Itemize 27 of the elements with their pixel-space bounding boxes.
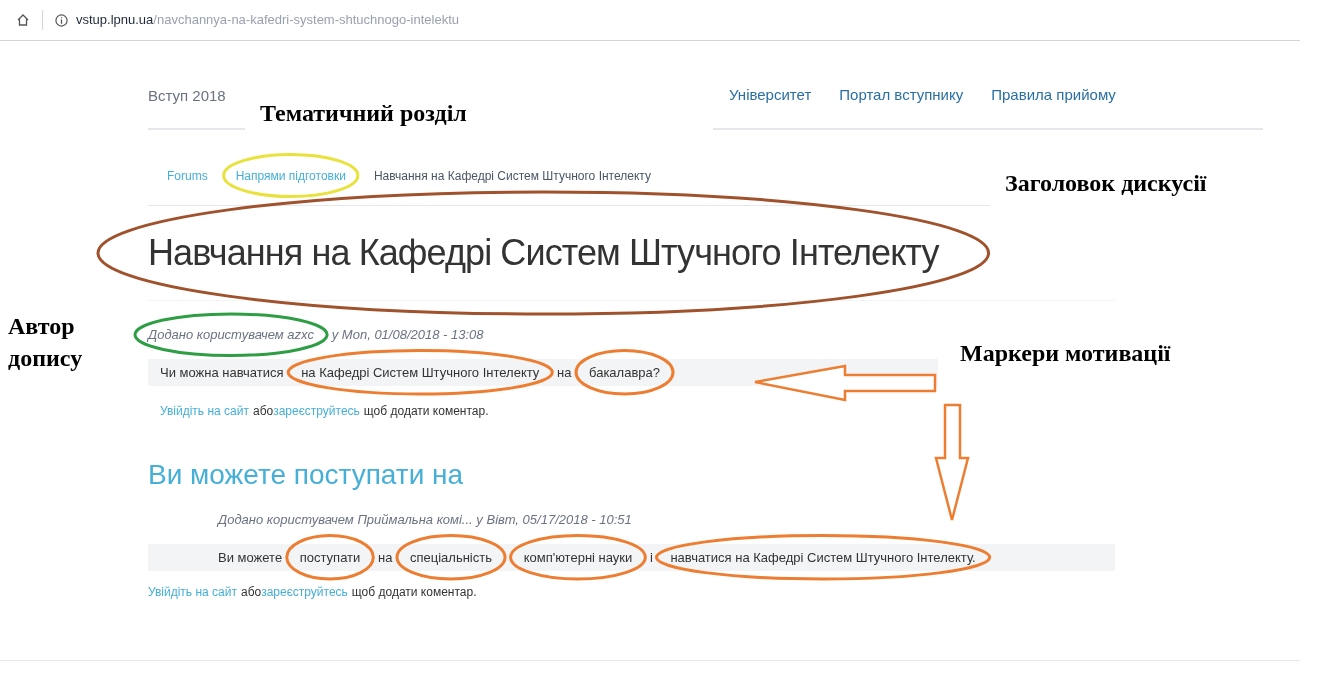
breadcrumb-current: Навчання на Кафедрі Систем Штучного Інтелекту [373, 167, 651, 185]
or-text: або [240, 584, 262, 601]
breadcrumb-link[interactable]: Forums [167, 166, 208, 185]
nav-link[interactable]: Портал вступнику [839, 84, 964, 128]
annotation-label: Автор допису [8, 312, 84, 373]
login-link[interactable]: Увійдіть на сайт [148, 583, 237, 601]
page-title: Навчання на Кафедрі Систем Штучного Інтелекту [148, 231, 939, 275]
login-link[interactable]: Увійдіть на сайт [160, 402, 249, 420]
nav-link[interactable]: Університет [729, 84, 812, 128]
comment-hint: щоб додати коментар. [363, 403, 489, 420]
annotation-label: Маркери мотивації [960, 339, 1171, 368]
annotation-label: Заголовок дискусії [1005, 169, 1207, 198]
nav-link[interactable]: Правила прийому [991, 84, 1116, 128]
comment-title[interactable]: Ви можете поступати на [148, 454, 1263, 496]
comment-hint: щоб додати коментар. [351, 584, 477, 601]
register-link[interactable]: зареєструйтесь [261, 583, 348, 601]
post-body: Ви можете поступати на спеціальність комп'ютерні науки і навчатися на Кафедрі Систем Штучного Інтелекту. [148, 543, 1115, 571]
or-text: або [252, 403, 274, 420]
breadcrumb-link[interactable]: Напрями підготовки [235, 166, 346, 185]
info-icon[interactable] [55, 13, 68, 27]
site-brand[interactable]: Вступ 2018 [148, 87, 226, 104]
annotation-label: Тематичний розділ [260, 99, 467, 128]
address-bar-url[interactable]: vstup.lpnu.ua/navchannya-na-kafedri-system-shtuchnogo-intelektu [76, 10, 459, 30]
register-link[interactable]: зареєструйтесь [273, 402, 360, 420]
post-meta: Додано користувачем azxc у Mon, 01/08/2018 - 13:08 [148, 326, 485, 344]
post-meta: Додано користувачем Приймальна комі... у Вівт, 05/17/2018 - 10:51 [216, 511, 633, 529]
home-icon[interactable] [16, 13, 30, 27]
